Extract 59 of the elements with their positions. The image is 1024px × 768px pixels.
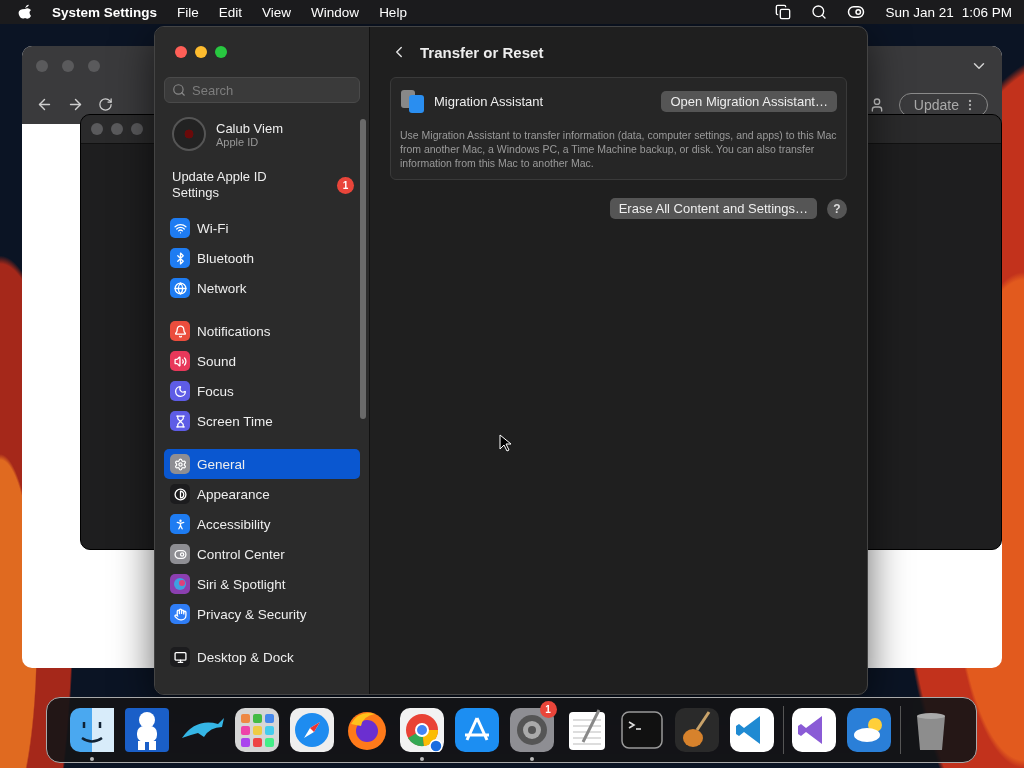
erase-button[interactable]: Erase All Content and Settings… bbox=[609, 198, 817, 219]
figure-icon[interactable] bbox=[125, 708, 169, 752]
forward-icon[interactable] bbox=[67, 96, 84, 113]
search-icon[interactable] bbox=[811, 4, 828, 20]
minimize-button[interactable] bbox=[195, 46, 207, 58]
sidebar-item[interactable]: Bluetooth bbox=[164, 243, 360, 273]
apple-logo-icon[interactable] bbox=[18, 4, 32, 20]
sidebar-item[interactable]: Update Apple ID Settings bbox=[172, 169, 292, 201]
sidebar-item[interactable]: Network bbox=[164, 273, 360, 303]
menu-bar-time[interactable]: 1:06 PM bbox=[961, 4, 1012, 20]
face-icon[interactable] bbox=[70, 708, 114, 752]
sidebar-item[interactable]: Wi-Fi bbox=[164, 213, 360, 243]
update-button[interactable]: Update bbox=[898, 92, 988, 117]
guitar-icon[interactable] bbox=[675, 708, 719, 752]
sidebar-item[interactable]: Accessibility bbox=[164, 509, 360, 539]
back-icon[interactable] bbox=[36, 96, 53, 113]
menu-item[interactable]: Edit bbox=[218, 4, 243, 20]
sidebar-item[interactable]: Focus bbox=[164, 376, 360, 406]
sidebar-item[interactable]: Sound bbox=[164, 346, 360, 376]
app-store-icon[interactable] bbox=[455, 708, 499, 752]
code-editor-icon[interactable] bbox=[730, 708, 774, 752]
reload-icon[interactable] bbox=[98, 97, 113, 112]
sidebar-item[interactable]: Control Center bbox=[164, 539, 360, 569]
notification-badge: 1 bbox=[337, 176, 354, 194]
account-name[interactable]: Calub Viem bbox=[216, 120, 283, 136]
card-title: Migration Assistant bbox=[434, 93, 545, 109]
migration-icon bbox=[400, 88, 426, 114]
close-button[interactable] bbox=[175, 46, 187, 58]
search-icon bbox=[172, 83, 186, 97]
open-migration-button[interactable]: Open Migration Assistant… bbox=[661, 90, 837, 112]
sidebar-item[interactable]: Screen Time bbox=[164, 406, 360, 436]
sidebar-item[interactable]: General bbox=[164, 449, 360, 479]
search-field[interactable]: Search bbox=[164, 77, 360, 103]
sidebar-item[interactable]: Notifications bbox=[164, 316, 360, 346]
menu-item[interactable]: Window bbox=[311, 4, 360, 20]
screen-mirroring-icon[interactable] bbox=[775, 4, 792, 20]
compass-icon[interactable] bbox=[290, 708, 334, 752]
page-title: Transfer or Reset bbox=[420, 43, 544, 61]
app-menu[interactable]: System Settings bbox=[52, 4, 158, 20]
menu-item[interactable]: File bbox=[177, 4, 199, 20]
menu-bar-date[interactable]: Sun Jan 21 bbox=[885, 4, 954, 20]
sidebar-item[interactable]: Desktop & Dock bbox=[164, 642, 360, 672]
help-button[interactable]: ? bbox=[827, 198, 847, 219]
menu-item[interactable]: View bbox=[262, 4, 292, 20]
code-editor-icon[interactable] bbox=[792, 708, 836, 752]
chrome-icon[interactable] bbox=[400, 708, 444, 752]
cloud-icon[interactable] bbox=[847, 708, 891, 752]
sidebar-item[interactable]: Privacy & Security bbox=[164, 599, 360, 629]
terminal-icon[interactable] bbox=[620, 708, 664, 752]
account-subtitle: Apple ID bbox=[216, 135, 260, 148]
pointer-cursor bbox=[499, 434, 511, 452]
control-center-icon[interactable] bbox=[847, 3, 866, 21]
sidebar-item[interactable]: Appearance bbox=[164, 479, 360, 509]
zoom-button[interactable] bbox=[215, 46, 227, 58]
menu-item[interactable]: Help bbox=[379, 4, 407, 20]
scrollbar[interactable] bbox=[360, 119, 366, 419]
migration-description: Use Migration Assistant to transfer information (data, computer settings, and apps) to this Mac from another Mac, a Windows PC, a Time Machine backup, or disk. You can also transfer information from this Mac to another Mac. bbox=[400, 128, 837, 170]
sidebar-item[interactable]: Siri & Spotlight bbox=[164, 569, 360, 599]
app-grid-icon[interactable] bbox=[235, 708, 279, 752]
